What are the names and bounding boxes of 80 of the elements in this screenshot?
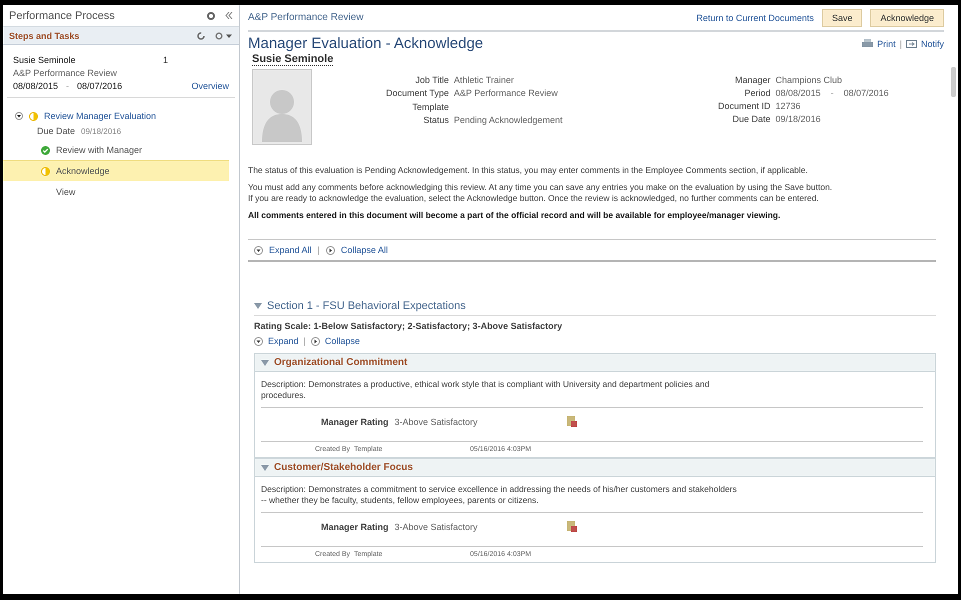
expand-icon[interactable] bbox=[254, 336, 263, 346]
field-value: Champions Club bbox=[776, 75, 842, 85]
scrollbar[interactable] bbox=[951, 67, 956, 97]
criterion-title: Customer/Stakeholder Focus bbox=[274, 462, 413, 473]
field-value: 09/18/2016 bbox=[776, 114, 821, 124]
field-value: A&P Performance Review bbox=[454, 88, 559, 98]
field-label: Document ID bbox=[718, 101, 771, 111]
expand-triangle-icon[interactable] bbox=[261, 360, 269, 366]
document-icon[interactable] bbox=[566, 416, 577, 427]
collapse-all-link[interactable]: Collapse All bbox=[340, 245, 388, 255]
field-value: 12736 bbox=[776, 101, 801, 111]
expand-icon[interactable] bbox=[254, 246, 263, 254]
date-separator: - bbox=[66, 81, 70, 91]
section-title: Steps and Tasks bbox=[9, 30, 80, 40]
due-date: 09/18/2016 bbox=[81, 126, 122, 136]
expand-icon[interactable] bbox=[15, 112, 23, 120]
panel-title: Performance Process bbox=[9, 10, 115, 22]
rating-value: 3-Above Satisfactory bbox=[394, 416, 479, 426]
overview-link[interactable]: Overview bbox=[191, 81, 229, 91]
action-button[interactable]: Acknowledge bbox=[870, 8, 944, 26]
page-title: Manager Evaluation - Acknowledge bbox=[248, 35, 484, 52]
collapse-icon[interactable] bbox=[310, 336, 320, 346]
substep-label: Acknowledge bbox=[56, 166, 110, 176]
separator: | bbox=[304, 336, 306, 346]
expand-all-link[interactable]: Expand All bbox=[269, 245, 312, 255]
substep-row[interactable]: Review with Manager bbox=[3, 139, 229, 160]
field-label: Document Type bbox=[386, 88, 449, 98]
due-date-label: Due Date bbox=[37, 126, 76, 136]
field-label: Period bbox=[744, 88, 771, 98]
instruction-text: The status of this evaluation is Pending Acknowledgement. In this status, you may enter comments in the Employee Comments section, if applicable. bbox=[248, 165, 809, 176]
instruction-text: You must add any comments before acknowledging this review. At any time you can save any entries you make on the evaluation by using the Save button. If you are ready to acknowledge the evaluation, select the Acknowledge button. Once the review is acknowledged, no further comments can be entered. bbox=[248, 182, 834, 204]
field-value: 08/08/2015 bbox=[776, 88, 821, 98]
field-value: Athletic Trainer bbox=[454, 75, 515, 85]
field-label: Status bbox=[422, 115, 449, 125]
substep-label: View bbox=[56, 187, 76, 197]
section-title: Section 1 - FSU Behavioral Expectations bbox=[267, 300, 466, 312]
rating-value: 3-Above Satisfactory bbox=[394, 522, 479, 532]
field-value: Pending Acknowledgement bbox=[454, 115, 564, 125]
instruction-text: All comments entered in this document will become a part of the official record and will be available for employee/manager viewing. bbox=[248, 210, 782, 221]
field-label: Template bbox=[411, 102, 449, 112]
field-label: Due Date bbox=[732, 114, 771, 124]
envelope-icon[interactable] bbox=[906, 40, 917, 48]
criterion-description: Description: Demonstrates a productive, ethical work style that is compliant with University and department policies and procedures. bbox=[261, 379, 710, 401]
step-row[interactable]: Review Manager Evaluation bbox=[3, 106, 229, 125]
collapse-icon[interactable] bbox=[326, 246, 335, 254]
substep-row[interactable]: View bbox=[3, 181, 229, 202]
rating-label: Manager Rating bbox=[321, 416, 389, 426]
return-link[interactable]: Return to Current Documents bbox=[696, 12, 814, 22]
gear-menu-icon[interactable] bbox=[215, 32, 233, 40]
field-label: Manager bbox=[734, 75, 771, 85]
print-link[interactable]: Print bbox=[877, 38, 896, 48]
rating-scale: Rating Scale: 1-Below Satisfactory; 2-Satisfactory; 3-Above Satisfactory bbox=[254, 321, 562, 331]
substep-row[interactable]: Acknowledge bbox=[3, 160, 229, 181]
field-label: Job Title bbox=[414, 75, 449, 85]
substep-label: Review with Manager bbox=[56, 145, 142, 155]
employee-name: Susie Seminole bbox=[13, 55, 77, 65]
action-button[interactable]: Save bbox=[822, 8, 862, 26]
count: 1 bbox=[163, 55, 168, 65]
expand-triangle-icon[interactable] bbox=[261, 464, 269, 470]
separator: | bbox=[318, 245, 320, 255]
end-date: 08/07/2016 bbox=[77, 81, 122, 91]
breadcrumb: A&P Performance Review bbox=[248, 12, 364, 23]
printer-icon[interactable] bbox=[862, 39, 874, 48]
rating-label: Manager Rating bbox=[321, 522, 389, 532]
step-link[interactable]: Review Manager Evaluation bbox=[44, 111, 156, 121]
start-date: 08/08/2015 bbox=[13, 81, 58, 91]
employee-name: Susie Seminole bbox=[252, 53, 334, 66]
field-value: 08/07/2016 bbox=[844, 88, 889, 98]
criterion-title: Organizational Commitment bbox=[274, 357, 408, 368]
collapse-link[interactable]: Collapse bbox=[324, 336, 360, 346]
notify-link[interactable]: Notify bbox=[920, 38, 944, 48]
separator: | bbox=[900, 38, 902, 48]
document-icon[interactable] bbox=[566, 521, 577, 532]
gear-icon[interactable] bbox=[207, 12, 215, 20]
expand-link[interactable]: Expand bbox=[268, 336, 299, 346]
criterion-description: Description: Demonstrates a commitment to service excellence in addressing the needs of his/her customers and stakeholders -- whether they be faculty, students, fellow employees, parents or citizens. bbox=[261, 484, 738, 506]
document-name: A&P Performance Review bbox=[13, 68, 118, 78]
expand-triangle-icon[interactable] bbox=[254, 303, 262, 309]
date-separator: - bbox=[830, 88, 834, 98]
refresh-icon[interactable] bbox=[197, 32, 205, 40]
